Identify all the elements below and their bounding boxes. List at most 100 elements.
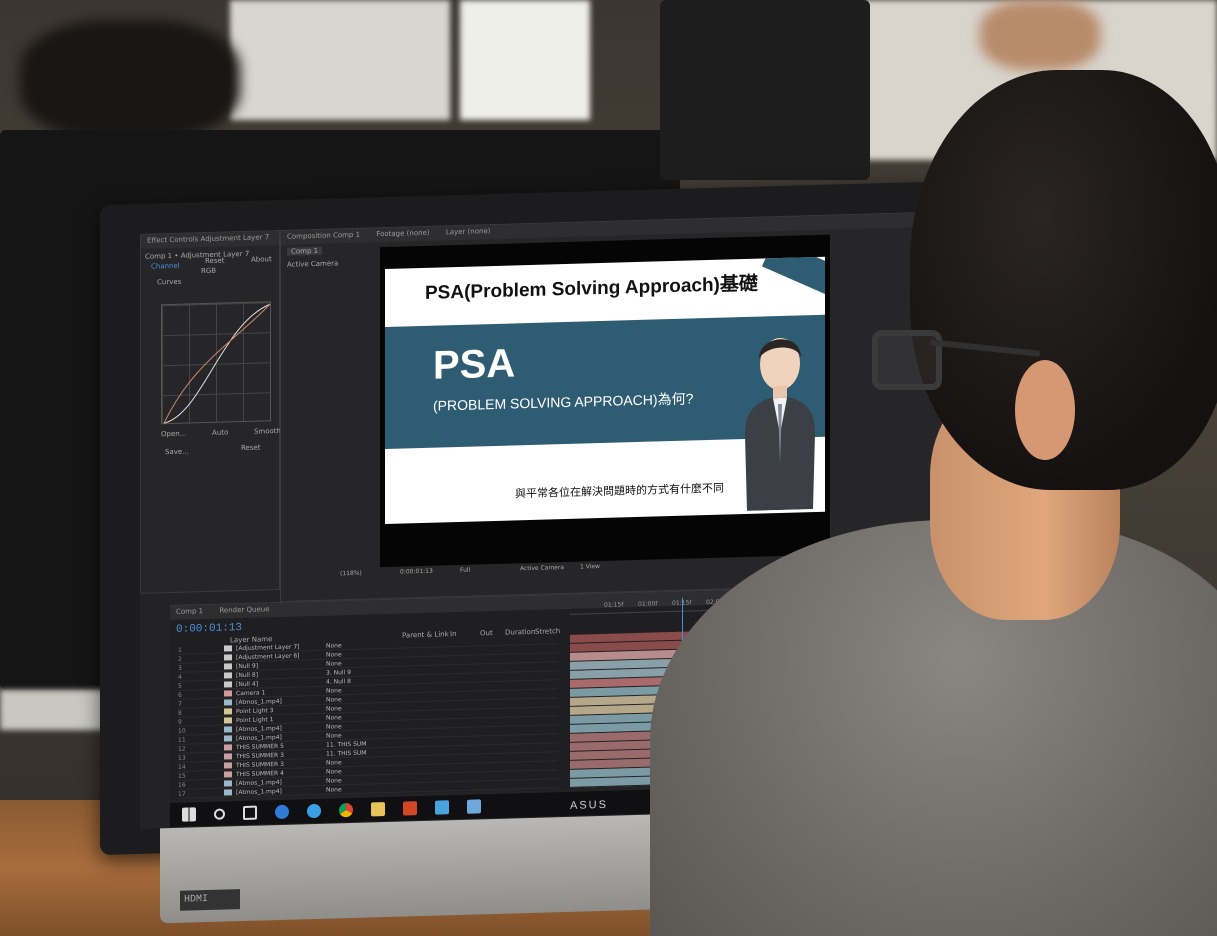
layer-parent[interactable]: 11. THIS SUM <box>326 739 396 748</box>
layer-label-swatch[interactable] <box>224 645 232 652</box>
layer-number: 1 <box>178 646 182 654</box>
layer-label-swatch[interactable] <box>224 762 232 769</box>
timeline-comp-tab[interactable]: Comp 1 <box>176 607 203 616</box>
curve-buttons: Open... Auto Smooth <box>161 427 281 438</box>
task-view-icon[interactable] <box>243 805 257 821</box>
slide-caption: 與平常各位在解決問題時的方式有什麼不同 <box>515 481 724 501</box>
layer-label-swatch[interactable] <box>224 654 232 661</box>
photos-icon[interactable] <box>467 799 481 814</box>
background-monitor-center <box>660 0 870 180</box>
edge-icon[interactable] <box>275 804 289 820</box>
footage-tab[interactable]: Footage (none) <box>376 229 429 238</box>
curves-graph[interactable] <box>161 301 271 425</box>
layer-parent[interactable]: None <box>326 685 396 694</box>
layer-label-swatch[interactable] <box>224 735 232 742</box>
viewer-time[interactable]: 0:00:01:13 <box>400 568 433 576</box>
layer-label-swatch[interactable] <box>224 744 232 751</box>
video-slide: PSA(Problem Solving Approach)基礎 PSA (PRO… <box>385 256 825 525</box>
layer-label-swatch[interactable] <box>224 726 232 733</box>
curve-smooth-button[interactable]: Smooth <box>254 427 281 436</box>
curve-open-button[interactable]: Open... <box>161 430 186 439</box>
layer-number: 16 <box>178 781 186 789</box>
about-link[interactable]: About <box>251 255 272 264</box>
background-person-right <box>980 0 1100 70</box>
layer-number: 10 <box>178 727 186 735</box>
layer-parent[interactable]: None <box>326 640 396 649</box>
background-window <box>230 0 450 120</box>
layer-label-swatch[interactable] <box>224 753 232 760</box>
layer-number: 3 <box>178 664 182 672</box>
viewer-camera[interactable]: Active Camera <box>520 564 564 572</box>
layer-parent[interactable]: None <box>326 658 396 667</box>
powerpoint-icon[interactable] <box>403 801 417 816</box>
layer-label-swatch[interactable] <box>224 663 232 670</box>
monitor-brand: ASUS <box>570 798 608 812</box>
layer-label-swatch[interactable] <box>224 717 232 724</box>
layer-parent[interactable]: None <box>326 712 396 721</box>
layer-label-swatch[interactable] <box>224 780 232 787</box>
active-camera-label: Active Camera <box>287 259 339 269</box>
chrome-icon[interactable] <box>339 802 353 818</box>
layer-number: 11 <box>178 736 186 744</box>
layer-parent[interactable]: None <box>326 721 396 730</box>
layer-label-swatch[interactable] <box>224 708 232 715</box>
layer-parent[interactable]: 4. Null 8 <box>326 676 396 685</box>
render-queue-tab[interactable]: Render Queue <box>219 605 269 614</box>
layer-number: 17 <box>178 790 186 798</box>
file-explorer-icon[interactable] <box>371 802 385 817</box>
layer-label-swatch[interactable] <box>224 690 232 697</box>
layer-parent[interactable]: None <box>326 703 396 712</box>
person-ear <box>1015 360 1075 460</box>
layer-parent[interactable]: 11. THIS SUM <box>326 748 396 757</box>
ruler-tick: 01:15f <box>604 601 624 609</box>
layer-label-swatch[interactable] <box>224 771 232 778</box>
layer-number: 5 <box>178 682 182 690</box>
layer-parent[interactable]: None <box>326 757 396 766</box>
layer-label-swatch[interactable] <box>224 789 232 796</box>
layer-number: 7 <box>178 700 182 708</box>
layer-parent[interactable]: None <box>326 775 396 784</box>
windows-start-icon[interactable] <box>182 807 196 822</box>
channel-label: Channel <box>151 261 180 271</box>
layer-label-swatch[interactable] <box>224 672 232 679</box>
curves-line <box>163 303 271 424</box>
search-icon[interactable] <box>214 808 225 820</box>
viewer-zoom[interactable]: (118%) <box>340 570 362 578</box>
layer-label-swatch[interactable] <box>224 699 232 706</box>
layer-parent[interactable]: None <box>326 649 396 658</box>
layer-parent[interactable]: None <box>326 784 396 793</box>
layer-tab[interactable]: Layer (none) <box>446 227 491 236</box>
ruler-tick: 01:00f <box>638 600 658 608</box>
messages-icon[interactable] <box>435 800 449 815</box>
timeline-timecode[interactable]: 0:00:01:13 <box>176 622 242 636</box>
layer-parent[interactable]: None <box>326 730 396 739</box>
background-person-head <box>20 20 240 140</box>
effect-panel-path: Comp 1 • Adjustment Layer 7 <box>145 249 250 261</box>
layer-list: 1 [Adjustment Layer 7] None 2 [Adjustment La… <box>178 635 558 799</box>
comp-subtab[interactable]: Comp 1 <box>287 246 323 256</box>
composition-tab[interactable]: Composition Comp 1 <box>287 231 360 241</box>
curve-save-button[interactable]: Save... <box>165 448 189 457</box>
channel-value[interactable]: RGB <box>201 267 216 275</box>
effect-controls-tab[interactable]: Effect Controls Adjustment Layer 7 <box>141 231 279 249</box>
layer-name[interactable]: [Atmos_1.mp4] <box>236 786 326 795</box>
layer-number: 2 <box>178 655 182 663</box>
hdmi-port-label: HDMI <box>180 889 240 911</box>
slide-psa-heading: PSA <box>433 341 516 388</box>
curve-reset-button[interactable]: Reset <box>241 444 261 453</box>
viewer-view[interactable]: 1 View <box>580 563 600 571</box>
layer-number: 14 <box>178 763 186 771</box>
curves-label: Curves <box>157 277 182 287</box>
viewer-resolution[interactable]: Full <box>460 567 470 574</box>
layer-number: 13 <box>178 754 186 762</box>
in-header: In <box>450 630 457 639</box>
layer-label-swatch[interactable] <box>224 681 232 688</box>
ie-icon[interactable] <box>307 803 321 819</box>
layer-parent[interactable]: None <box>326 766 396 775</box>
layer-parent[interactable]: None <box>326 694 396 703</box>
curve-auto-button[interactable]: Auto <box>212 428 228 436</box>
layer-number: 4 <box>178 673 182 681</box>
reset-link[interactable]: Reset <box>205 257 225 266</box>
avatar-presenter <box>745 337 815 511</box>
layer-parent[interactable]: 3. Null 9 <box>326 667 396 676</box>
